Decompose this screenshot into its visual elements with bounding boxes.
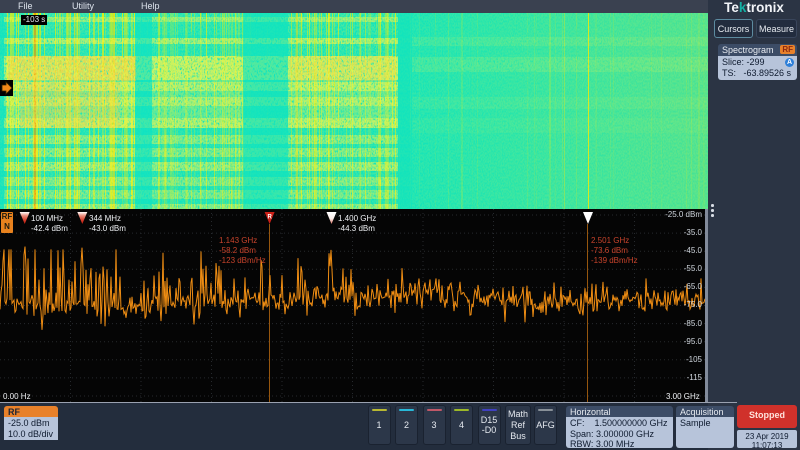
- svg-text:R: R: [268, 215, 273, 221]
